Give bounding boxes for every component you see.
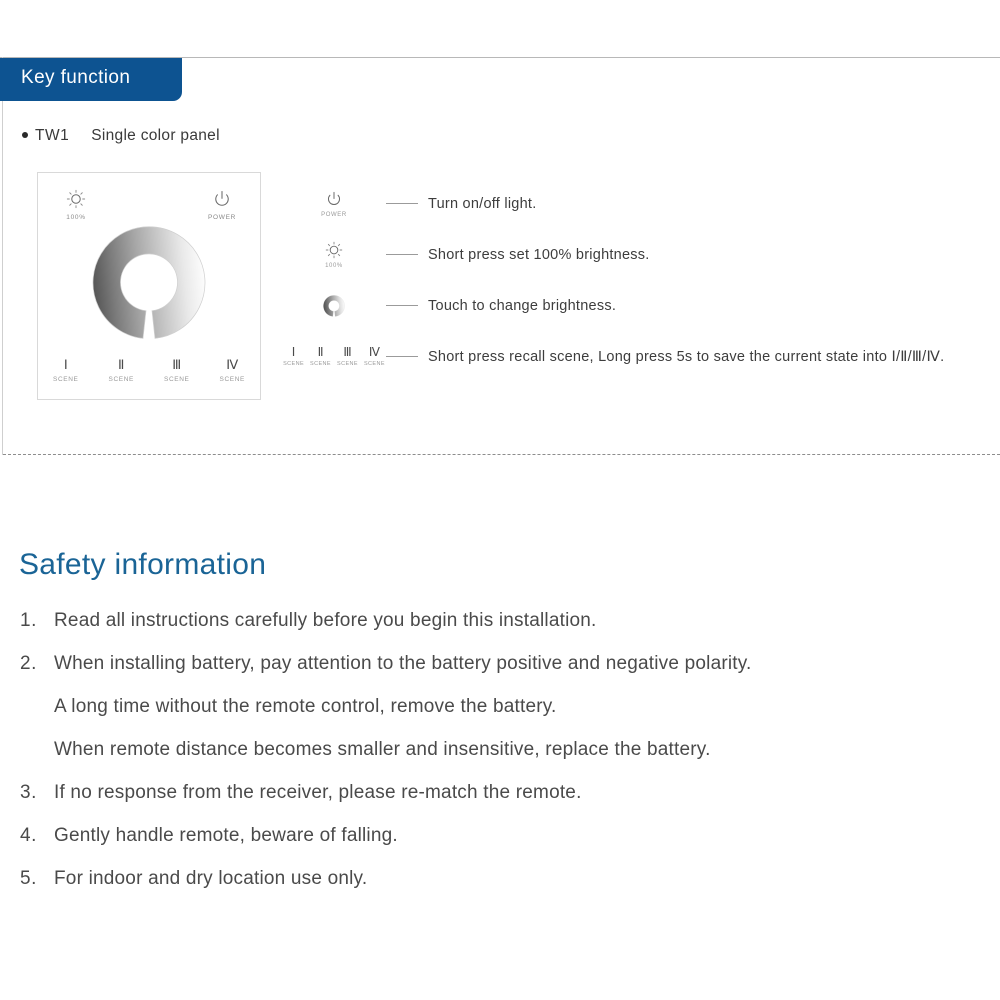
scene-numeral: Ⅱ (118, 356, 125, 372)
model-code: TW1 (35, 127, 70, 144)
panel-scene-button-2[interactable]: Ⅱ SCENE (94, 356, 150, 383)
safety-item: 3. If no response from the receiver, ple… (20, 778, 980, 821)
brightness-ring-dial-icon (286, 294, 382, 317)
brightness-ring-dial-icon[interactable] (91, 225, 207, 341)
safety-item-lines: When installing battery, pay attention t… (54, 649, 980, 778)
power-icon (286, 190, 382, 210)
bullet-dot-icon (22, 131, 28, 138)
panel-brightness-caption: 100% (66, 214, 86, 221)
panel-scene-button-1[interactable]: Ⅰ SCENE (38, 356, 94, 383)
safety-item-number: 2. (20, 653, 37, 674)
scene-caption: SCENE (337, 360, 358, 367)
safety-item-line: A long time without the remote control, … (54, 696, 557, 717)
safety-information-list: 1. Read all instructions carefully befor… (20, 606, 980, 907)
safety-item-number: 3. (20, 782, 37, 803)
legend-row-brightness: 100% Short press set 100% brightness. (286, 229, 986, 280)
key-function-legend: POWER Turn on/off light. 100% Short pres… (283, 178, 986, 382)
scene-numeral: Ⅳ (226, 356, 239, 372)
safety-item-line: Read all instructions carefully before y… (54, 610, 597, 631)
scene-numeral: Ⅱ (317, 345, 324, 360)
panel-power-caption: POWER (207, 214, 237, 221)
legend-row-scenes: Ⅰ SCENE Ⅱ SCENE Ⅲ SCENE Ⅳ SCENE Short pr… (283, 331, 986, 382)
safety-item-line: Gently handle remote, beware of falling. (54, 825, 398, 846)
safety-item: 2. When installing battery, pay attentio… (20, 649, 980, 778)
left-vertical-rule (2, 57, 3, 455)
safety-item-line: When remote distance becomes smaller and… (54, 739, 711, 760)
safety-item: 1. Read all instructions carefully befor… (20, 606, 980, 649)
legend-scene-1: Ⅰ SCENE (283, 346, 304, 367)
safety-item-number: 5. (20, 868, 37, 889)
legend-symbol-brightness: 100% (286, 241, 382, 269)
legend-description: Turn on/off light. (428, 195, 537, 212)
scene-numeral: Ⅰ (63, 356, 68, 372)
legend-description: Short press set 100% brightness. (428, 246, 650, 263)
scene-caption: SCENE (53, 376, 79, 383)
legend-row-power: POWER Turn on/off light. (286, 178, 986, 229)
safety-item-lines: Gently handle remote, beware of falling. (54, 821, 980, 864)
scene-caption: SCENE (283, 360, 305, 367)
safety-information-title: Safety information (19, 548, 267, 581)
safety-item-line: For indoor and dry location use only. (54, 868, 368, 889)
scene-numeral: Ⅲ (172, 356, 182, 372)
section-tab-label: Key function (21, 67, 131, 88)
panel-scene-buttons: Ⅰ SCENE Ⅱ SCENE Ⅲ SCENE Ⅳ SCENE (38, 356, 261, 383)
legend-symbol-caption: 100% (325, 262, 343, 269)
safety-item-lines: If no response from the receiver, please… (54, 778, 980, 821)
legend-symbol-power: POWER (286, 190, 382, 218)
safety-item-number: 1. (20, 610, 37, 631)
dashed-divider (3, 454, 1000, 455)
scene-caption: SCENE (363, 360, 385, 367)
scene-caption: SCENE (219, 376, 245, 383)
legend-description: Short press recall scene, Long press 5s … (428, 348, 945, 365)
scene-caption: SCENE (164, 376, 190, 383)
legend-symbol-caption: POWER (321, 211, 347, 218)
legend-scene-2: Ⅱ SCENE (310, 346, 331, 367)
legend-dash (386, 203, 418, 204)
model-line: TW1 Single color panel (22, 127, 220, 145)
panel-brightness-button[interactable]: 100% (46, 189, 106, 221)
safety-item-lines: Read all instructions carefully before y… (54, 606, 980, 649)
panel-scene-button-3[interactable]: Ⅲ SCENE (149, 356, 205, 383)
scene-caption: SCENE (310, 360, 331, 367)
safety-item: 4. Gently handle remote, beware of falli… (20, 821, 980, 864)
safety-item-lines: For indoor and dry location use only. (54, 864, 980, 907)
safety-item-line: When installing battery, pay attention t… (54, 653, 752, 674)
scene-numerals-icon: Ⅰ SCENE Ⅱ SCENE Ⅲ SCENE Ⅳ SCENE (283, 346, 385, 367)
legend-dash (386, 356, 418, 357)
scene-numeral: Ⅳ (368, 345, 380, 360)
scene-caption: SCENE (108, 376, 134, 383)
safety-item-line: If no response from the receiver, please… (54, 782, 582, 803)
panel-scene-button-4[interactable]: Ⅳ SCENE (205, 356, 261, 383)
legend-description: Touch to change brightness. (428, 297, 617, 314)
device-panel-illustration: 100% POWER Ⅰ SCENE Ⅱ SCENE Ⅲ SCENE Ⅳ SCE… (37, 172, 261, 400)
sun-brightness-icon (286, 241, 382, 261)
legend-row-dial: Touch to change brightness. (286, 280, 986, 331)
power-icon (192, 189, 252, 211)
model-name: Single color panel (91, 127, 220, 144)
key-function-section-tab: Key function (0, 58, 182, 101)
safety-item-number: 4. (20, 825, 37, 846)
legend-dash (386, 305, 418, 306)
sun-brightness-icon (46, 189, 106, 211)
legend-symbol-dial (286, 294, 382, 317)
legend-dash (386, 254, 418, 255)
safety-item: 5. For indoor and dry location use only. (20, 864, 980, 907)
scene-numeral: Ⅲ (343, 345, 352, 360)
scene-numeral: Ⅰ (291, 345, 296, 360)
legend-scene-4: Ⅳ SCENE (364, 346, 385, 367)
panel-power-button[interactable]: POWER (192, 189, 252, 221)
legend-scene-3: Ⅲ SCENE (337, 346, 358, 367)
